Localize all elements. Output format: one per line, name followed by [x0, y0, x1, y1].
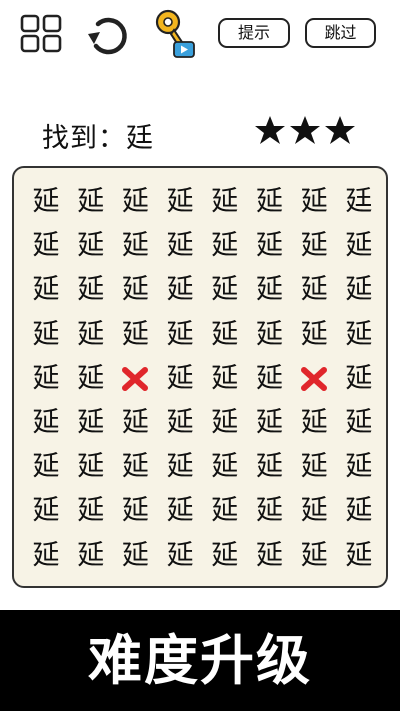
- grid-cell[interactable]: 延: [158, 268, 202, 312]
- grid-cell[interactable]: 延: [203, 313, 247, 357]
- hint-button[interactable]: 提示: [218, 18, 290, 48]
- grid-cell[interactable]: 延: [292, 313, 336, 357]
- grid-cell[interactable]: 延: [158, 357, 202, 401]
- grid-cell[interactable]: 延: [248, 489, 292, 533]
- grid-cell[interactable]: 延: [158, 401, 202, 445]
- grid-cell[interactable]: 延: [158, 489, 202, 533]
- grid-cell[interactable]: 延: [337, 357, 381, 401]
- grid-cell[interactable]: 延: [292, 224, 336, 268]
- grid-cell[interactable]: 延: [203, 180, 247, 224]
- grid-cell[interactable]: 延: [203, 357, 247, 401]
- task-prompt: 找到：廷: [42, 116, 154, 155]
- banner: 难度升级: [0, 610, 400, 711]
- grid-cell[interactable]: 延: [248, 534, 292, 578]
- key-video-hint-icon[interactable]: [154, 8, 200, 64]
- grid-cell[interactable]: 延: [158, 180, 202, 224]
- grid-cell-wrong[interactable]: 延: [292, 357, 336, 401]
- star-rating: [254, 114, 358, 152]
- grid-cell[interactable]: 延: [69, 489, 113, 533]
- grid-cell[interactable]: 延: [24, 534, 68, 578]
- grid-cell[interactable]: 延: [69, 357, 113, 401]
- task-target-char: 廷: [126, 123, 154, 154]
- grid-cell[interactable]: 延: [203, 224, 247, 268]
- grid-cell[interactable]: 延: [248, 268, 292, 312]
- grid-cell[interactable]: 延: [337, 224, 381, 268]
- grid-cell-target[interactable]: 廷: [337, 180, 381, 224]
- grid-cell[interactable]: 延: [203, 534, 247, 578]
- grid-cell[interactable]: 延: [337, 445, 381, 489]
- grid-cell[interactable]: 延: [24, 224, 68, 268]
- grid-cell-wrong[interactable]: 延: [113, 357, 157, 401]
- grid-cell[interactable]: 延: [203, 445, 247, 489]
- grid-cell[interactable]: 延: [158, 445, 202, 489]
- grid-cell[interactable]: 延: [113, 534, 157, 578]
- star-icon: [325, 116, 355, 144]
- grid-cell[interactable]: 延: [69, 401, 113, 445]
- star-icon: [255, 116, 285, 144]
- grid-cell[interactable]: 延: [158, 534, 202, 578]
- grid-cell[interactable]: 延: [69, 180, 113, 224]
- grid-cell[interactable]: 延: [69, 313, 113, 357]
- grid-cell[interactable]: 延: [113, 445, 157, 489]
- star-icon: [290, 116, 320, 144]
- banner-text: 难度升级: [88, 629, 312, 692]
- grid-cell[interactable]: 延: [337, 534, 381, 578]
- skip-button[interactable]: 跳过: [305, 18, 376, 48]
- grid-cell[interactable]: 延: [337, 268, 381, 312]
- grid-cell[interactable]: 延: [248, 224, 292, 268]
- grid-cell[interactable]: 延: [248, 401, 292, 445]
- character-grid: 延延延延延延延廷延延延延延延延延延延延延延延延延延延延延延延延延延延延延延延延延…: [12, 166, 388, 588]
- menu-grid-icon[interactable]: [20, 14, 64, 58]
- grid-cell[interactable]: 延: [292, 445, 336, 489]
- grid-cell[interactable]: 延: [248, 445, 292, 489]
- restart-icon[interactable]: [84, 12, 132, 62]
- wrong-x-icon: [301, 366, 328, 391]
- grid-cell[interactable]: 延: [203, 268, 247, 312]
- grid-cell[interactable]: 延: [69, 224, 113, 268]
- grid-cell[interactable]: 延: [113, 401, 157, 445]
- toolbar: 提示 跳过: [0, 0, 400, 70]
- grid-cell[interactable]: 延: [337, 313, 381, 357]
- grid-cell[interactable]: 延: [69, 268, 113, 312]
- grid-cell[interactable]: 延: [113, 224, 157, 268]
- task-label: 找到：: [42, 123, 126, 154]
- grid-cell[interactable]: 延: [292, 180, 336, 224]
- grid-cell[interactable]: 延: [248, 357, 292, 401]
- grid-cell[interactable]: 延: [203, 401, 247, 445]
- grid-cell[interactable]: 延: [24, 313, 68, 357]
- grid-cell[interactable]: 延: [24, 489, 68, 533]
- grid-cell[interactable]: 延: [292, 268, 336, 312]
- grid-cell[interactable]: 延: [24, 180, 68, 224]
- grid-cell[interactable]: 延: [113, 268, 157, 312]
- grid-cell[interactable]: 延: [158, 224, 202, 268]
- grid-cell[interactable]: 延: [158, 313, 202, 357]
- grid-cell[interactable]: 延: [24, 357, 68, 401]
- grid-cell[interactable]: 延: [113, 180, 157, 224]
- grid-cell[interactable]: 延: [248, 180, 292, 224]
- grid-cell[interactable]: 延: [69, 445, 113, 489]
- grid-cell[interactable]: 延: [292, 534, 336, 578]
- grid-cell[interactable]: 延: [113, 313, 157, 357]
- grid-cell[interactable]: 延: [24, 268, 68, 312]
- grid-cell[interactable]: 延: [248, 313, 292, 357]
- grid-cell[interactable]: 延: [69, 534, 113, 578]
- grid-cell[interactable]: 延: [24, 445, 68, 489]
- grid-cell[interactable]: 延: [292, 401, 336, 445]
- grid-cell[interactable]: 延: [203, 489, 247, 533]
- task-header: 找到：廷: [0, 112, 400, 156]
- grid-cell[interactable]: 延: [24, 401, 68, 445]
- grid-cell[interactable]: 延: [337, 401, 381, 445]
- wrong-x-icon: [122, 366, 149, 391]
- grid-cell[interactable]: 延: [113, 489, 157, 533]
- grid-cell[interactable]: 延: [337, 489, 381, 533]
- grid-cell[interactable]: 延: [292, 489, 336, 533]
